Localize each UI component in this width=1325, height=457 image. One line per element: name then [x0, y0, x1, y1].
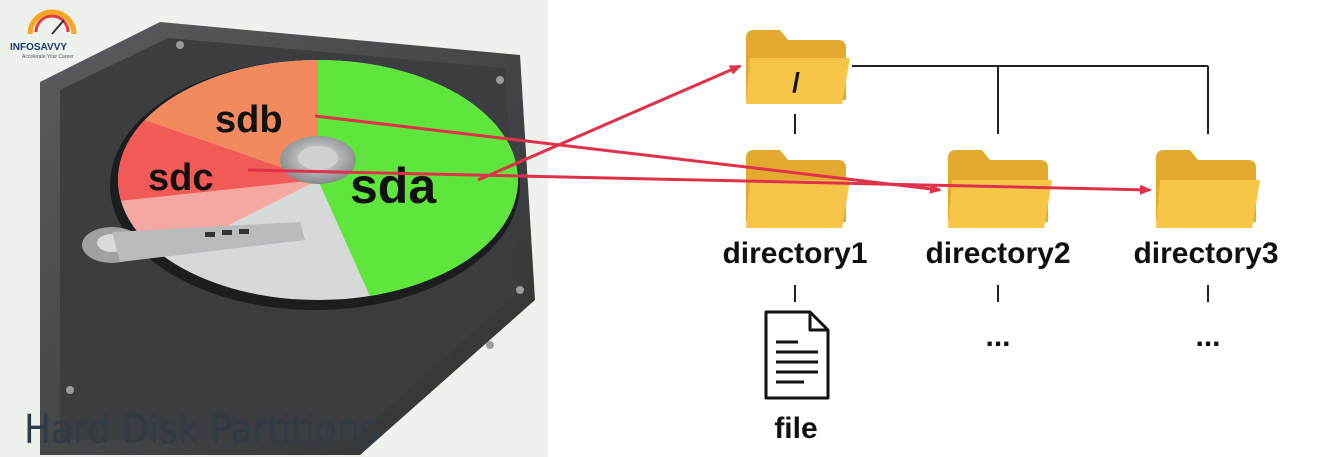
directory3-label: directory3: [1133, 237, 1278, 270]
file-icon: [764, 310, 830, 400]
file-label: file: [774, 412, 817, 445]
ellipsis-directory3: ...: [1195, 320, 1220, 353]
root-folder-label: /: [792, 67, 800, 98]
logo-tagline: Accelerate Your Career: [22, 54, 74, 60]
screw-icon: [496, 76, 504, 84]
diagram-canvas: sdb sdc sda Hard Disk Partitions INFOSAV…: [0, 0, 1279, 457]
directory1-label: directory1: [722, 237, 867, 270]
folder-icon-directory2: [948, 150, 1052, 228]
hub-inner: [298, 146, 338, 170]
screw-icon: [66, 386, 74, 394]
arm-slot: [205, 232, 215, 237]
screw-icon: [486, 341, 494, 349]
screw-icon: [516, 286, 524, 294]
directory2-label: directory2: [925, 237, 1070, 270]
ellipsis-directory2: ...: [985, 320, 1010, 353]
logo-brand: INFOSAVVY: [10, 42, 67, 53]
spindle-hub: [280, 136, 356, 184]
partition-label-sda: sda: [350, 158, 437, 214]
disk-caption: Hard Disk Partitions: [24, 407, 379, 453]
arm-slot: [222, 230, 232, 235]
screw-icon: [176, 41, 184, 49]
partition-label-sdb: sdb: [215, 99, 283, 141]
folder-icon-directory3: [1156, 150, 1260, 228]
folder-icon-directory1: [746, 150, 850, 228]
arm-slot: [239, 229, 249, 234]
partition-label-sdc: sdc: [148, 157, 213, 199]
diagram-stage: sdb sdc sda Hard Disk Partitions INFOSAV…: [0, 0, 1325, 457]
